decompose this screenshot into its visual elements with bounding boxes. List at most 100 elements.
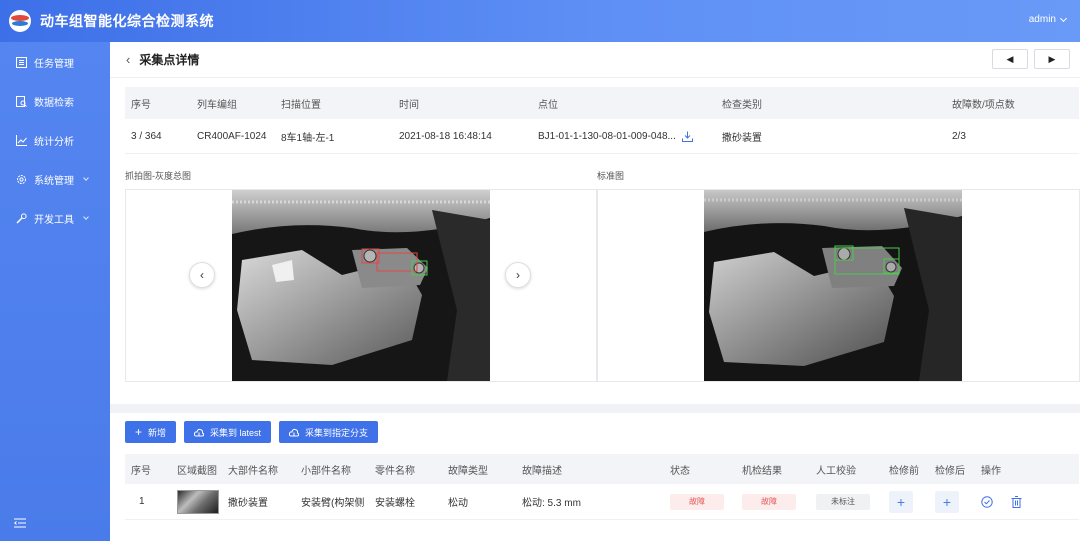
app-title: 动车组智能化综合检测系统 [40, 13, 214, 29]
download-icon[interactable] [681, 131, 693, 142]
cloud-upload-icon [194, 428, 205, 437]
info-time: 2021-08-18 16:48:14 [399, 130, 492, 142]
info-table-row: 3 / 364 CR400AF-1024 8车1轴-左-1 2021-08-18… [125, 119, 1079, 154]
info-fault-count: 2/3 [952, 130, 966, 142]
info-index: 3 / 364 [131, 130, 162, 142]
captured-image-panel: ‹ › [125, 189, 597, 382]
sidebar-item-task-management[interactable]: 任务管理 [0, 43, 110, 82]
region-thumbnail[interactable] [177, 489, 219, 514]
search-doc-icon [16, 96, 27, 107]
sidebar-item-system-management[interactable]: 系统管理 [0, 160, 110, 199]
info-table: 序号 列车编组 扫描位置 时间 点位 检查类别 故障数/项点数 3 / 364 … [125, 87, 1079, 154]
sidebar-item-label: 任务管理 [34, 59, 74, 70]
info-position: 8车1轴-左-1 [281, 132, 335, 144]
section-divider [110, 404, 1080, 413]
part-description: 松动: 5.3 mm [522, 498, 581, 509]
part-minor: 安装臂(构架侧 [301, 498, 365, 509]
table-row: 1 撒砂装置 安装臂(构架侧 安装螺栓 松动 松动: 5.3 mm 故障 故障 … [125, 484, 1079, 520]
confirm-check-icon[interactable] [981, 495, 993, 508]
after-cell: + [929, 490, 975, 513]
parts-col-before: 检修前 [889, 465, 919, 477]
parts-table-header: 序号 区域截图 大部件名称 小部件名称 零件名称 故障类型 故障描述 状态 机检… [125, 454, 1079, 484]
manual-check-cell: 未标注 [810, 493, 883, 510]
collect-latest-button[interactable]: 采集到 latest [184, 421, 272, 443]
parts-col-major: 大部件名称 [228, 465, 278, 477]
back-arrow-icon[interactable]: ‹ [126, 52, 130, 67]
add-before-photo-button[interactable]: + [889, 490, 913, 513]
sidebar-item-label: 开发工具 [34, 215, 74, 226]
info-point: BJ1-01-1-130-08-01-009-048... [538, 130, 676, 142]
parts-col-machine: 机检结果 [742, 465, 782, 477]
chevron-down-icon [1059, 14, 1068, 22]
info-col-train: 列车编组 [197, 99, 237, 111]
sidebar-item-label: 统计分析 [34, 137, 74, 148]
parts-col-status: 状态 [670, 465, 690, 477]
info-col-point: 点位 [538, 99, 558, 111]
page-title: 采集点详情 [139, 53, 200, 67]
info-col-time: 时间 [399, 99, 419, 111]
part-component: 安装螺栓 [375, 498, 415, 509]
image-prev-button[interactable]: ‹ [189, 262, 215, 288]
add-button[interactable]: + 新增 [125, 421, 177, 443]
collect-latest-label: 采集到 latest [210, 427, 262, 438]
plus-icon: + [135, 425, 143, 439]
list-icon [16, 57, 27, 68]
info-col-fault-count: 故障数/项点数 [952, 99, 1015, 111]
user-menu[interactable]: admin [1028, 14, 1068, 25]
info-train: CR400AF-1024 [197, 130, 267, 142]
info-category: 撒砂装置 [722, 132, 762, 144]
status-badge: 故障 [670, 493, 724, 510]
info-point-cell: BJ1-01-1-130-08-01-009-048... [532, 131, 716, 142]
standard-photo [704, 190, 962, 381]
collect-branch-button[interactable]: 采集到指定分支 [279, 421, 379, 443]
machine-result-badge: 故障 [742, 493, 796, 510]
status-cell: 故障 [664, 493, 736, 510]
info-table-header: 序号 列车编组 扫描位置 时间 点位 检查类别 故障数/项点数 [125, 87, 1079, 119]
manual-check-badge[interactable]: 未标注 [816, 493, 870, 510]
image-next-button[interactable]: › [505, 262, 531, 288]
parts-col-region-shot: 区域截图 [177, 465, 217, 477]
delete-trash-icon[interactable] [1011, 495, 1022, 508]
chevron-down-icon [83, 214, 89, 220]
parts-col-minor: 小部件名称 [301, 465, 351, 477]
part-fault-type: 松动 [448, 498, 468, 509]
chevron-down-icon [83, 175, 89, 181]
region-thumbnail-cell [171, 489, 222, 514]
sidebar-item-dev-tools[interactable]: 开发工具 [0, 199, 110, 238]
part-major: 撒砂装置 [228, 498, 268, 509]
part-index: 1 [139, 496, 145, 507]
captured-photo [232, 190, 490, 381]
info-col-category: 检查类别 [722, 99, 762, 111]
before-cell: + [883, 490, 929, 513]
add-after-photo-button[interactable]: + [935, 490, 959, 513]
user-name: admin [1028, 14, 1056, 25]
next-record-button[interactable]: ▶ [1034, 49, 1070, 69]
parts-col-manual: 人工校验 [816, 465, 856, 477]
parts-table: 序号 区域截图 大部件名称 小部件名称 零件名称 故障类型 故障描述 状态 机检… [125, 454, 1079, 520]
gear-icon [16, 174, 27, 185]
parts-col-index: 序号 [131, 465, 151, 477]
parts-col-description: 故障描述 [522, 465, 562, 477]
standard-image-panel [597, 189, 1080, 382]
main-content: ‹ 采集点详情 ◀ ▶ 序号 列车编组 扫描位置 时间 点位 检查类别 故障数/… [110, 42, 1080, 541]
parts-col-component: 零件名称 [375, 465, 415, 477]
app-logo [9, 10, 31, 32]
ops-cell [975, 495, 1055, 508]
parts-col-after: 检修后 [935, 465, 965, 477]
page-header: ‹ 采集点详情 [110, 42, 1080, 78]
parts-col-fault-type: 故障类型 [448, 465, 488, 477]
menu-collapse-icon[interactable] [14, 517, 26, 531]
sidebar-item-data-search[interactable]: 数据检索 [0, 82, 110, 121]
sidebar-item-label: 系统管理 [34, 176, 74, 187]
prev-record-button[interactable]: ◀ [992, 49, 1028, 69]
record-pager: ◀ ▶ [992, 49, 1070, 69]
sidebar-item-statistics[interactable]: 统计分析 [0, 121, 110, 160]
cloud-upload-icon [289, 428, 300, 437]
action-toolbar: + 新增 采集到 latest 采集到指定分支 [125, 421, 379, 443]
standard-image-label: 标准图 [597, 171, 625, 181]
collect-branch-label: 采集到指定分支 [305, 427, 369, 438]
captured-image-label: 抓拍图-灰度总图 [125, 171, 191, 181]
top-header: 动车组智能化综合检测系统 admin [0, 0, 1080, 42]
info-col-position: 扫描位置 [281, 99, 321, 111]
machine-result-cell: 故障 [736, 493, 810, 510]
